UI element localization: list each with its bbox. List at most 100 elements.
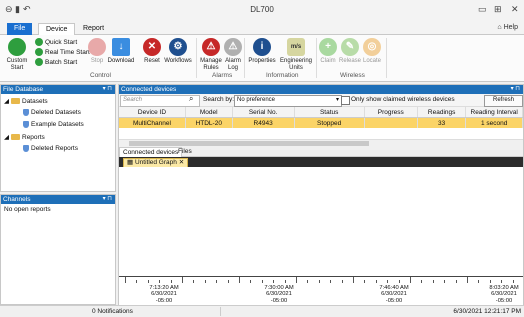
units-icon: m/s [287,38,305,56]
ribbon-separator [196,38,197,78]
alarm-log-button[interactable]: ⚠ Alarm Log [224,38,242,71]
time-axis-label-line: -05:00 [495,297,513,304]
tree-item-reports[interactable]: ◢ Reports [4,133,45,142]
ribbon-separator [316,38,317,78]
cell-model: HTDL-20 [185,117,233,128]
tab-file[interactable]: File [7,23,33,35]
group-alarms-label: Alarms [212,72,233,79]
tree-item-datasets[interactable]: ◢ Datasets [4,97,48,106]
info-icon: i [253,38,271,56]
download-button[interactable]: ↓ Download [107,38,135,65]
alarm-bell-icon: ⚠ [202,38,220,56]
batch-start-icon [35,58,43,66]
stop-button[interactable]: Stop [88,38,106,65]
axis-tick [216,280,218,283]
time-axis-label-line: -05:00 [270,297,288,304]
maximize-button[interactable]: ⊞ [494,4,502,15]
axis-tick [512,280,514,283]
axis-tick [341,280,343,283]
cell-reading-interval: 1 second [465,117,523,128]
custom-start-button[interactable]: Custom Start [6,38,28,71]
axis-tick [136,280,138,283]
device-toolbar: Search ⌕ Search by: No preference ▾ Only… [119,94,523,107]
column-header[interactable]: Model [185,107,233,118]
axis-tick [489,280,491,283]
cell-serial: R4943 [232,117,295,128]
status-datetime: 6/30/2021 12:21:17 PM [453,308,521,315]
pin-icon[interactable]: ▾ ⊓ [511,85,520,94]
scrollbar-thumb[interactable] [129,141,369,146]
help-link[interactable]: ⌂ Help [497,24,518,31]
notifications-count[interactable]: 0 Notifications [92,306,133,317]
real-time-start-icon [35,48,43,56]
column-header[interactable]: Progress [364,107,418,118]
axis-tick [501,280,503,283]
channels-pane: Channels ▾ ⊓ No open reports [0,194,116,305]
column-header[interactable]: Device ID [119,107,186,118]
column-header[interactable]: Reading Interval [465,107,523,118]
cell-progress [364,117,418,128]
file-database-pane: File Database ▾ ⊓ ◢ Datasets Deleted Dat… [0,84,116,192]
status-separator [220,307,221,316]
column-header[interactable]: Readings [417,107,467,118]
tab-files[interactable]: Files [175,147,195,156]
time-axis-label: 7:13:20 AM 6/30/2021 -05:00 [139,285,189,305]
collapse-icon[interactable]: ◢ [4,97,9,105]
workflows-button[interactable]: ⚙ Workflows [164,38,192,65]
axis-tick [444,280,446,283]
search-by-select[interactable]: No preference ▾ [234,95,342,107]
tree-item-deleted-reports[interactable]: Deleted Reports [23,145,78,152]
ribbon: Custom Start Quick Start Real Time Start… [0,35,524,82]
axis-tick [159,280,161,283]
tree-item-example-datasets[interactable]: Example Datasets [23,121,84,128]
search-icon[interactable]: ⌕ [189,94,193,104]
graph-area[interactable]: 7:13:20 AM 6/30/2021 -05:00 7:30:00 AM 6/30/… [119,167,523,306]
only-wireless-checkbox[interactable] [341,96,350,105]
window-title: DL700 [250,5,274,14]
axis-tick [273,280,275,283]
graph-tab-bar: ▦ Untitled Graph ✕ [119,157,523,169]
channels-header: Channels ▾ ⊓ [1,195,115,204]
search-input[interactable]: Search [120,95,200,107]
column-header[interactable]: Status [294,107,365,118]
axis-tick [250,280,252,283]
horizontal-scrollbar[interactable] [119,139,523,147]
axis-tick [455,280,457,283]
minimize-button[interactable]: ▭ [478,4,487,15]
refresh-button[interactable]: Refresh [484,95,523,107]
quick-start-button[interactable]: Quick Start [35,38,77,46]
reset-button[interactable]: ✕ Reset [142,38,162,65]
axis-tick [239,277,240,283]
collapse-icon[interactable]: ◢ [4,133,9,141]
release-button[interactable]: ✎ Release [339,38,361,65]
cell-device-id: MultiChannel [119,117,186,128]
axis-tick [193,280,195,283]
tab-connected-devices[interactable]: Connected devices [119,147,183,157]
axis-tick [330,280,332,283]
pin-icon[interactable]: ▾ ⊓ [103,195,112,204]
axis-tick [353,277,354,283]
time-axis-label: 8:03:20 AM 6/30/2021 -05:00 [479,285,524,305]
locate-button[interactable]: ◎ Locate [362,38,382,65]
properties-button[interactable]: i Properties [247,38,277,65]
axis-tick [182,277,183,283]
tree-item-deleted-datasets[interactable]: Deleted Datasets [23,109,81,116]
chevron-down-icon: ▾ [335,97,339,103]
tab-report[interactable]: Report [76,23,111,35]
batch-start-button[interactable]: Batch Start [35,58,77,66]
manage-rules-button[interactable]: ⚠ Manage Rules [199,38,223,71]
table-row[interactable]: MultiChannel HTDL-20 R4943 Stopped 33 1 … [119,117,523,128]
real-time-start-button[interactable]: Real Time Start [35,48,90,56]
download-icon: ↓ [112,38,130,56]
claim-button[interactable]: + Claim [319,38,337,65]
pin-icon[interactable]: ▾ ⊓ [103,85,112,94]
close-button[interactable]: ✕ [511,4,519,15]
column-header[interactable]: Serial No. [232,107,295,118]
axis-tick [387,280,389,283]
status-bar: 0 Notifications 6/30/2021 12:21:17 PM [0,305,524,316]
close-tab-icon[interactable]: ✕ [179,159,184,166]
engineering-units-button[interactable]: m/s Engineering Units [278,38,314,71]
axis-tick [227,280,229,283]
axis-tick [261,280,263,283]
axis-tick [307,280,309,283]
